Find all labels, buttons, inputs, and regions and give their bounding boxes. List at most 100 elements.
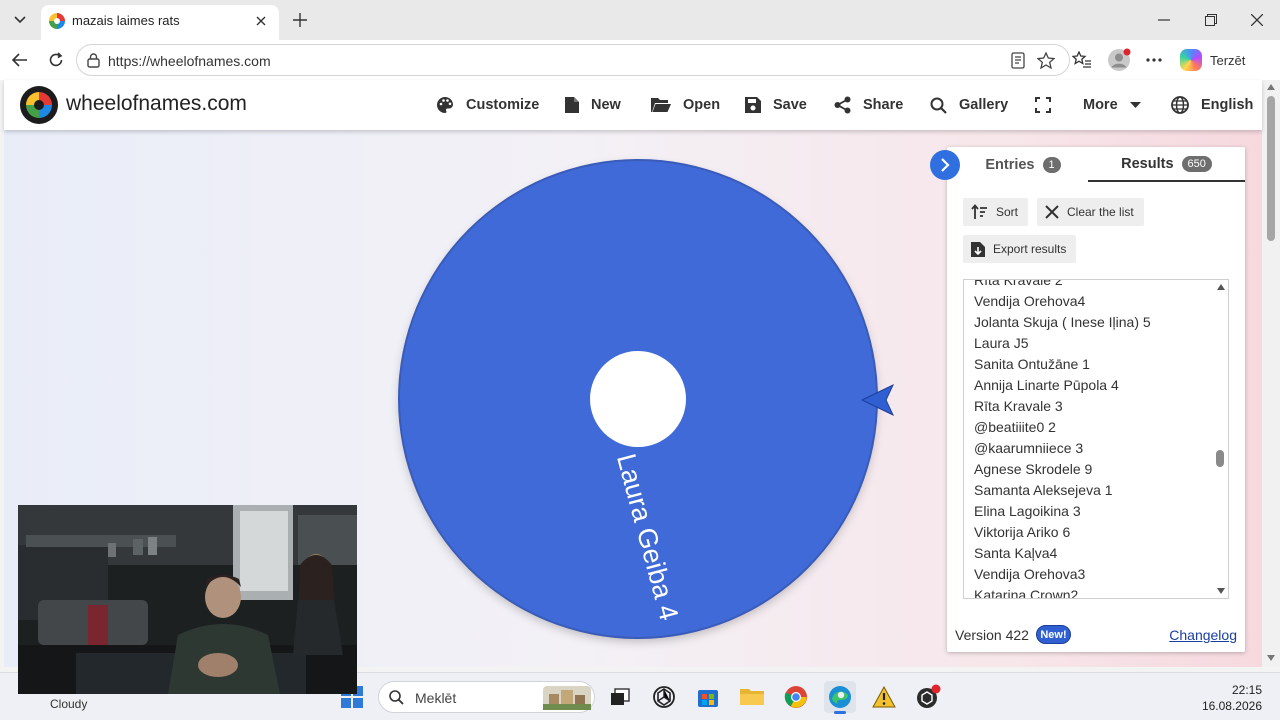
search-icon: [930, 97, 947, 114]
palette-icon: [437, 97, 453, 113]
open-button[interactable]: Open: [651, 93, 720, 117]
wheel-segment-label: Laura Geiba 4: [610, 450, 685, 624]
page-scroll-up-icon[interactable]: [1267, 84, 1275, 90]
file-download-icon: [971, 241, 985, 257]
edge-browser-icon[interactable]: [824, 681, 856, 714]
browser-toolbar: https://wheelofnames.com Terzēt: [0, 40, 1280, 80]
chevron-right-icon: [941, 158, 950, 172]
system-clock[interactable]: 22:15 16.08.2026: [1202, 682, 1262, 714]
customize-label: Customize: [466, 97, 540, 113]
export-results-label: Export results: [993, 242, 1067, 256]
webcam-overlay: [18, 505, 357, 694]
scroll-up-arrow-icon[interactable]: [1217, 284, 1225, 290]
url-text: https://wheelofnames.com: [108, 53, 271, 69]
results-list[interactable]: Rīta Kravale 2 Vendija Orehova4 Jolanta Sk…: [963, 279, 1229, 599]
save-button[interactable]: Save: [745, 93, 807, 117]
list-item: Rīta Kravale 3: [974, 398, 1063, 414]
close-window-icon[interactable]: [1243, 8, 1271, 32]
open-label: Open: [683, 97, 721, 113]
more-menu-button[interactable]: More: [1083, 93, 1141, 117]
chrome-icon[interactable]: [780, 681, 812, 713]
share-icon: [834, 96, 851, 114]
browser-tab[interactable]: mazais laimes rats: [41, 5, 279, 40]
page-scrollbar[interactable]: [1262, 80, 1280, 667]
page-scroll-down-icon[interactable]: [1267, 655, 1275, 661]
copilot-label: Terzēt: [1210, 52, 1246, 68]
copilot-button[interactable]: Terzēt: [1174, 45, 1254, 75]
list-item: @kaarumniiece 3: [974, 440, 1084, 456]
share-button[interactable]: Share: [834, 93, 903, 117]
site-name[interactable]: wheelofnames.com: [66, 92, 247, 116]
tab-results[interactable]: Results 650: [1088, 147, 1245, 182]
weather-text[interactable]: Cloudy: [50, 697, 87, 711]
chatgpt-icon[interactable]: [648, 681, 680, 713]
sort-button[interactable]: Sort: [963, 198, 1029, 226]
list-item: Katarina Crown2: [974, 587, 1079, 599]
gallery-label: Gallery: [959, 97, 1009, 113]
spin-wheel[interactable]: Laura Geiba 4: [400, 161, 876, 637]
folder-open-icon: [651, 98, 671, 112]
chatgpt-dark-app-icon[interactable]: [912, 681, 944, 713]
tab-entries[interactable]: Entries 1: [963, 147, 1083, 182]
wheelofnames-logo-icon[interactable]: [20, 86, 58, 124]
export-results-button[interactable]: Export results: [963, 235, 1077, 263]
entries-count-badge: 1: [1042, 156, 1061, 173]
webcam-video-image: [18, 505, 357, 694]
list-item: Santa Kaļva4: [974, 545, 1058, 561]
more-options-icon[interactable]: [1140, 46, 1168, 74]
taskbar-search-placeholder: Meklēt: [415, 690, 457, 706]
new-tab-plus-icon[interactable]: [288, 8, 312, 32]
customize-button[interactable]: Customize: [436, 93, 539, 117]
list-item: Sanita Ontužāne 1: [974, 356, 1090, 372]
minimize-icon[interactable]: [1150, 8, 1178, 32]
warning-app-icon[interactable]: [868, 681, 900, 713]
favorites-list-icon[interactable]: [1068, 46, 1096, 74]
fullscreen-button[interactable]: [1035, 93, 1051, 117]
wheel-center-hub[interactable]: [590, 351, 686, 447]
side-panel: Entries 1 Results 650 Sort Clear the lis…: [930, 147, 1245, 652]
new-button[interactable]: New: [565, 93, 621, 117]
results-count-badge: 650: [1181, 155, 1212, 172]
back-arrow-icon[interactable]: [6, 46, 34, 74]
tab-title: mazais laimes rats: [72, 13, 180, 28]
gallery-button[interactable]: Gallery: [930, 93, 1008, 117]
browser-tab-strip: mazais laimes rats: [0, 0, 1280, 40]
language-button[interactable]: English: [1171, 93, 1253, 117]
changelog-link[interactable]: Changelog: [1169, 627, 1237, 643]
list-item: Rīta Kravale 2: [974, 279, 1063, 288]
scroll-down-arrow-icon[interactable]: [1217, 588, 1225, 594]
sort-icon: [971, 204, 987, 219]
more-label: More: [1083, 97, 1118, 113]
list-item: Samanta Aleksejeva 1: [974, 482, 1113, 498]
save-label: Save: [773, 97, 807, 113]
page-scrollbar-thumb[interactable]: [1267, 96, 1275, 241]
profile-avatar-icon[interactable]: [1105, 46, 1133, 74]
tab-close-icon[interactable]: [251, 11, 271, 31]
search-highlight-icon: [543, 686, 591, 710]
collapse-panel-button[interactable]: [930, 150, 960, 180]
tab-list-chevron-icon[interactable]: [6, 8, 34, 32]
taskbar-search-icon: [389, 690, 404, 705]
entries-tab-label: Entries: [985, 156, 1035, 173]
reading-view-icon[interactable]: [1011, 52, 1025, 69]
address-bar[interactable]: https://wheelofnames.com: [76, 44, 1070, 76]
save-disk-icon: [745, 97, 761, 113]
microsoft-store-icon[interactable]: [692, 681, 724, 713]
site-info-icon[interactable]: [86, 53, 101, 68]
list-item: Vendija Orehova4: [974, 293, 1086, 309]
new-badge: New!: [1036, 625, 1071, 644]
task-view-icon[interactable]: [604, 681, 636, 713]
results-scrollbar-thumb[interactable]: [1216, 450, 1224, 467]
refresh-icon[interactable]: [42, 46, 70, 74]
restore-icon[interactable]: [1197, 8, 1225, 32]
favorite-star-icon[interactable]: [1037, 52, 1055, 69]
clear-list-button[interactable]: Clear the list: [1037, 198, 1144, 226]
list-item: Laura J5: [974, 335, 1029, 351]
list-item: @beatiiite0 2: [974, 419, 1056, 435]
results-tab-label: Results: [1121, 155, 1174, 172]
taskbar-search[interactable]: Meklēt: [378, 681, 595, 713]
wheel-favicon-icon: [49, 13, 65, 29]
new-label: New: [591, 97, 621, 113]
clock-date: 16.08.2026: [1201, 699, 1262, 713]
file-explorer-folder-icon[interactable]: [736, 681, 768, 713]
